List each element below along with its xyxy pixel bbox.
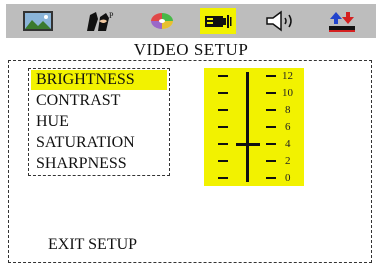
preferences-icon	[329, 12, 355, 32]
tab-picture[interactable]	[20, 8, 56, 34]
tab-preferences[interactable]	[324, 8, 360, 34]
menu-item-hue[interactable]: HUE	[31, 112, 167, 132]
tick-label: 2	[285, 155, 291, 167]
tick-label: 12	[282, 70, 293, 82]
tick-label: 6	[285, 121, 291, 133]
exit-setup-button[interactable]: EXIT SETUP	[48, 236, 137, 254]
menu-item-saturation[interactable]: SATURATION	[31, 133, 167, 153]
disc-icon	[151, 13, 173, 29]
characters-icon: P	[87, 11, 114, 31]
tab-disc[interactable]	[144, 8, 180, 34]
video-projector-icon	[205, 15, 232, 28]
tick-label: 10	[282, 87, 293, 99]
tab-bar: P	[6, 4, 376, 38]
tab-video[interactable]	[200, 8, 236, 34]
tick-label: 0	[285, 172, 291, 184]
menu-item-brightness[interactable]: BRIGHTNESS	[31, 70, 167, 90]
tab-characters[interactable]: P	[82, 8, 118, 34]
menu-item-sharpness[interactable]: SHARPNESS	[31, 154, 167, 174]
video-setup-menu: BRIGHTNESS CONTRAST HUE SATURATION SHARP…	[28, 68, 170, 176]
slider-handle[interactable]	[236, 143, 260, 146]
svg-text:P: P	[109, 11, 114, 20]
speaker-icon	[266, 10, 292, 32]
tick-label: 8	[285, 104, 291, 116]
screen-title: VIDEO SETUP	[133, 40, 249, 59]
tab-audio[interactable]	[262, 8, 298, 34]
menu-item-contrast[interactable]: CONTRAST	[31, 91, 167, 111]
picture-icon	[23, 11, 53, 31]
tick-label: 4	[285, 138, 291, 150]
brightness-slider[interactable]: 12 10 8 6 4 2 0	[204, 68, 304, 186]
